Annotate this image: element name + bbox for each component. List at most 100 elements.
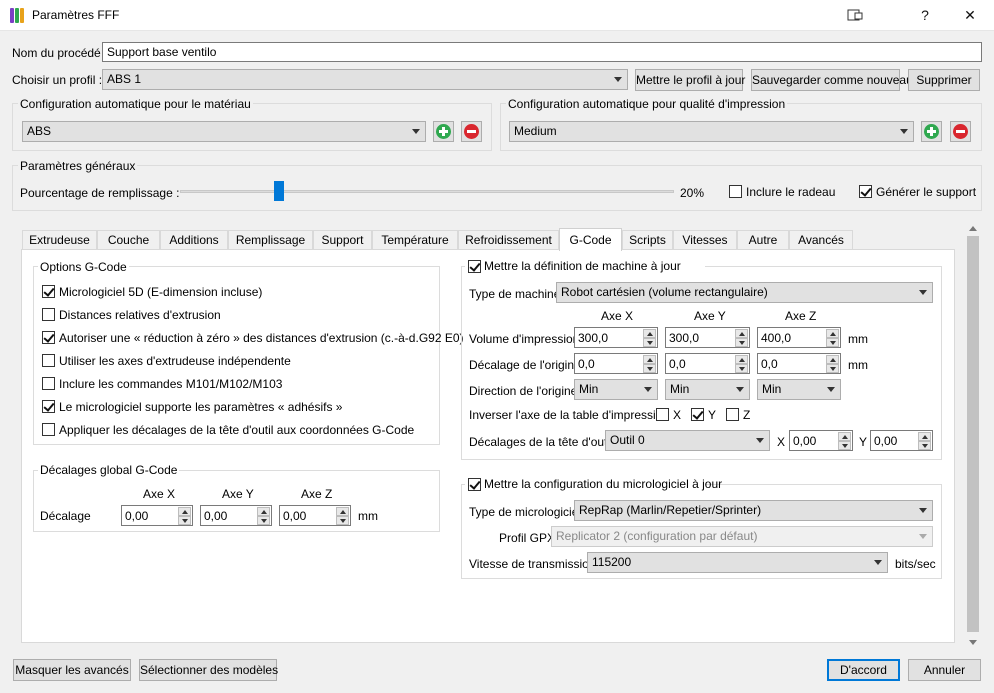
cancel-button[interactable]: Annuler (908, 659, 981, 681)
gcode-option-checkbox[interactable] (42, 423, 55, 436)
tab-autre[interactable]: Autre (737, 230, 789, 250)
origin-offset-z-spin[interactable]: 0,0 (757, 353, 841, 374)
gcode-option-checkbox[interactable] (42, 331, 55, 344)
global-offset-y-value: 0,00 (204, 509, 228, 523)
spin-down-icon[interactable] (918, 441, 931, 450)
spin-down-icon[interactable] (336, 516, 349, 525)
profile-select[interactable]: ABS 1 (102, 69, 628, 90)
hide-advanced-button[interactable]: Masquer les avancés (13, 659, 131, 681)
chevron-down-icon (919, 534, 927, 539)
tab-scripts[interactable]: Scripts (622, 230, 673, 250)
origin-direction-x-select[interactable]: Min (574, 379, 658, 400)
tab-temperature[interactable]: Température (372, 230, 458, 250)
spin-up-icon[interactable] (918, 432, 931, 441)
tab-vitesses[interactable]: Vitesses (673, 230, 737, 250)
spin-up-icon[interactable] (643, 329, 656, 338)
invert-y-checkbox[interactable] (691, 408, 704, 421)
spin-down-icon[interactable] (826, 338, 839, 347)
volume-x-spin[interactable]: 300,0 (574, 327, 658, 348)
firmware-type-select[interactable]: RepRap (Marlin/Repetier/Sprinter) (574, 500, 933, 521)
infill-label: Pourcentage de remplissage : (20, 186, 180, 200)
support-checkbox[interactable] (859, 185, 872, 198)
global-offset-z-spin[interactable]: 0,00 (279, 505, 351, 526)
gcode-option-checkbox[interactable] (42, 400, 55, 413)
scrollbar-thumb[interactable] (967, 236, 979, 632)
tab-remplissage[interactable]: Remplissage (228, 230, 313, 250)
add-material-button[interactable] (433, 121, 454, 142)
firmware-update-checkbox[interactable] (468, 478, 481, 491)
machine-type-select[interactable]: Robot cartésien (volume rectangulaire) (556, 282, 933, 303)
global-offset-y-spin[interactable]: 0,00 (200, 505, 272, 526)
gcode-option-checkbox[interactable] (42, 377, 55, 390)
tab-refroidissement[interactable]: Refroidissement (458, 230, 559, 250)
origin-direction-label: Direction de l'origine (469, 384, 578, 398)
raft-checkbox[interactable] (729, 185, 742, 198)
origin-offset-x-spin[interactable]: 0,0 (574, 353, 658, 374)
spin-down-icon[interactable] (643, 364, 656, 373)
spin-down-icon[interactable] (643, 338, 656, 347)
save-new-profile-button[interactable]: Sauvegarder comme nouveau (751, 69, 913, 91)
remove-material-button[interactable] (461, 121, 482, 142)
spin-down-icon[interactable] (735, 364, 748, 373)
spin-down-icon[interactable] (257, 516, 270, 525)
spin-up-icon[interactable] (735, 355, 748, 364)
scroll-up-icon[interactable] (969, 226, 977, 231)
spin-up-icon[interactable] (257, 507, 270, 516)
process-name-input[interactable]: Support base ventilo (102, 42, 982, 62)
spin-up-icon[interactable] (826, 355, 839, 364)
invert-x-checkbox[interactable] (656, 408, 669, 421)
tab-support[interactable]: Support (313, 230, 372, 250)
material-select[interactable]: ABS (22, 121, 426, 142)
spin-up-icon[interactable] (838, 432, 851, 441)
origin-offset-y-spin[interactable]: 0,0 (665, 353, 750, 374)
select-models-button[interactable]: Sélectionner des modèles (139, 659, 278, 681)
spin-up-icon[interactable] (826, 329, 839, 338)
gcode-option-checkbox[interactable] (42, 354, 55, 367)
spin-down-icon[interactable] (826, 364, 839, 373)
tab-gcode[interactable]: G-Code (559, 228, 622, 251)
tool-select[interactable]: Outil 0 (605, 430, 770, 451)
help-button[interactable]: ? (902, 0, 948, 30)
origin-direction-z-value: Min (762, 382, 782, 396)
close-button[interactable]: ✕ (947, 0, 993, 30)
gcode-option-checkbox[interactable] (42, 285, 55, 298)
ok-button[interactable]: D'accord (827, 659, 900, 681)
tool-y-spin[interactable]: 0,00 (870, 430, 933, 451)
tab-additions[interactable]: Additions (160, 230, 228, 250)
gcode-option-checkbox[interactable] (42, 308, 55, 321)
origin-direction-y-select[interactable]: Min (665, 379, 750, 400)
tab-extrudeuse[interactable]: Extrudeuse (22, 230, 97, 250)
spin-up-icon[interactable] (336, 507, 349, 516)
spin-up-icon[interactable] (178, 507, 191, 516)
add-quality-button[interactable] (921, 121, 942, 142)
invert-z-checkbox[interactable] (726, 408, 739, 421)
dock-icon[interactable] (832, 0, 878, 30)
chevron-down-icon (736, 387, 744, 392)
machine-type-label: Type de machine (469, 287, 561, 301)
quality-select[interactable]: Medium (509, 121, 914, 142)
vertical-scrollbar[interactable] (965, 222, 981, 650)
tab-couche[interactable]: Couche (97, 230, 160, 250)
support-label: Générer le support (876, 185, 977, 199)
spin-up-icon[interactable] (735, 329, 748, 338)
update-profile-button[interactable]: Mettre le profil à jour (635, 69, 745, 91)
infill-slider-track[interactable] (180, 190, 674, 193)
volume-z-spin[interactable]: 400,0 (757, 327, 841, 348)
spin-down-icon[interactable] (178, 516, 191, 525)
spin-down-icon[interactable] (838, 441, 851, 450)
global-offset-x-spin[interactable]: 0,00 (121, 505, 193, 526)
volume-y-spin[interactable]: 300,0 (665, 327, 750, 348)
spin-up-icon[interactable] (643, 355, 656, 364)
tool-x-label: X (777, 435, 786, 449)
remove-quality-button[interactable] (950, 121, 971, 142)
spin-down-icon[interactable] (735, 338, 748, 347)
infill-slider-handle[interactable] (274, 181, 284, 201)
tool-x-spin[interactable]: 0,00 (789, 430, 853, 451)
scroll-down-icon[interactable] (969, 640, 977, 645)
origin-direction-y-value: Min (670, 382, 690, 396)
machine-update-checkbox[interactable] (468, 260, 481, 273)
delete-profile-button[interactable]: Supprimer (908, 69, 980, 91)
baud-rate-select[interactable]: 115200 (587, 552, 888, 573)
origin-direction-z-select[interactable]: Min (757, 379, 841, 400)
tab-avances[interactable]: Avancés (789, 230, 853, 250)
